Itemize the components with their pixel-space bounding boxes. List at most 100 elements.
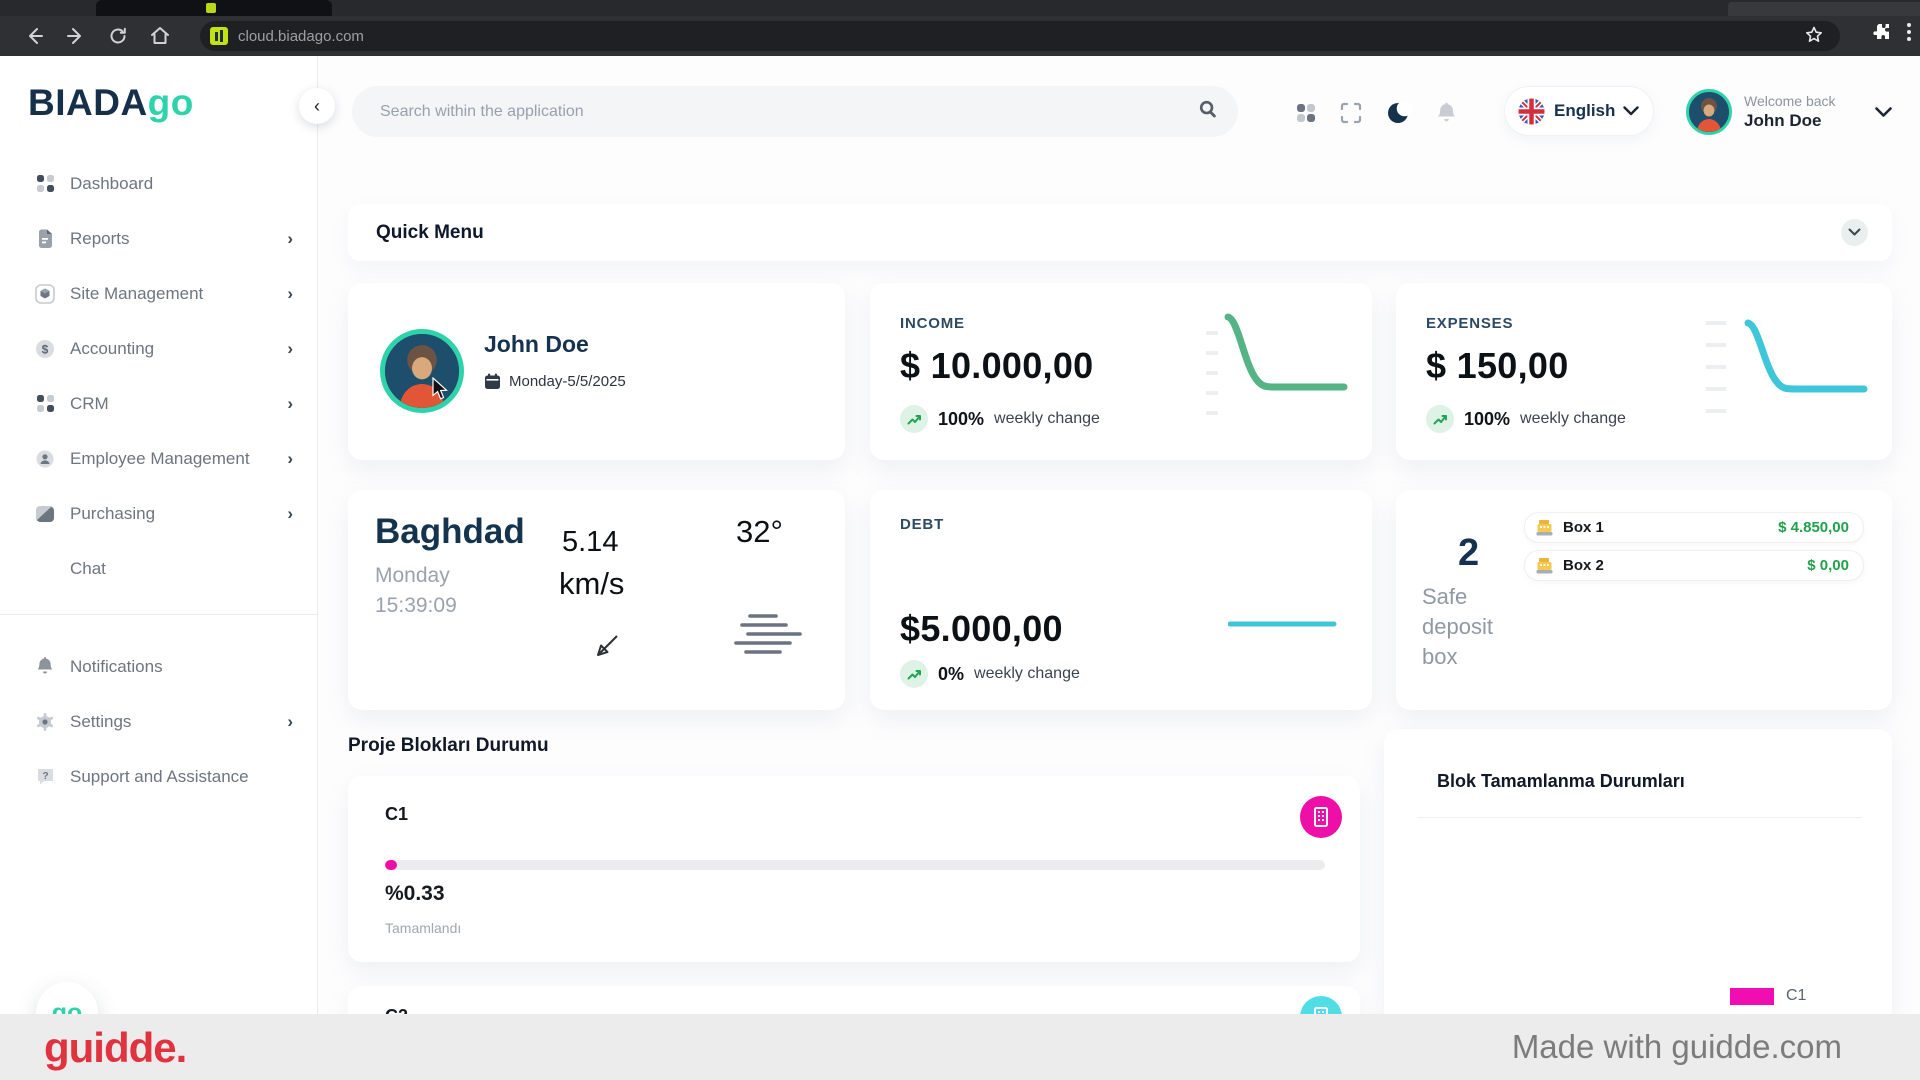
guidde-footer: guidde. Made with guidde.com: [0, 1014, 1920, 1080]
profile-date: Monday-5/5/2025: [484, 373, 626, 390]
debt-change: 0% weekly change: [900, 660, 1080, 688]
sidebar-item-label: Reports: [70, 229, 287, 249]
income-amount: $ 10.000,00: [900, 345, 1093, 387]
svg-text:?: ?: [42, 771, 48, 782]
block-status: Tamamlandı: [385, 920, 461, 936]
language-selector[interactable]: English: [1504, 86, 1654, 136]
user-menu[interactable]: Welcome back John Doe: [1686, 86, 1892, 138]
search-bar[interactable]: [352, 86, 1238, 137]
debt-change-pct: 0%: [938, 664, 964, 685]
apps-grid-icon[interactable]: [1296, 103, 1316, 123]
grid-icon: [34, 173, 56, 195]
legend-swatch: [1730, 988, 1774, 1005]
sidebar-item-label: CRM: [70, 394, 287, 414]
browser-back-button[interactable]: [14, 20, 54, 52]
browser-forward-button[interactable]: [56, 20, 96, 52]
screen: cloud.biadago.com BIADAgo D: [0, 0, 1920, 1080]
welcome-text: Welcome back: [1744, 93, 1875, 109]
weather-wind-value: 5.14: [562, 526, 618, 559]
app-logo: BIADAgo: [28, 82, 317, 124]
browser-home-button[interactable]: [140, 20, 180, 52]
completion-panel-title: Blok Tamamlanma Durumları: [1437, 771, 1685, 792]
safe-box-amount: $ 4.850,00: [1778, 519, 1849, 536]
quick-menu-bar: Quick Menu: [348, 204, 1892, 261]
profile-name: John Doe: [484, 331, 589, 358]
sidebar-item-label: Notifications: [70, 657, 293, 677]
debt-amount: $5.000,00: [900, 608, 1063, 650]
grid-icon: [34, 393, 56, 415]
sidebar-item-support[interactable]: ? Support and Assistance: [0, 749, 317, 804]
browser-menu-kebab-icon[interactable]: [1906, 21, 1912, 48]
sidebar-item-employee-management[interactable]: Employee Management ›: [0, 431, 317, 486]
gear-icon: [34, 711, 56, 733]
address-bar[interactable]: cloud.biadago.com: [200, 21, 1840, 51]
cube-icon: [34, 283, 56, 305]
sidebar-item-settings[interactable]: Settings ›: [0, 694, 317, 749]
sidebar-item-chat[interactable]: Chat: [0, 541, 317, 596]
tab-favicon: [206, 3, 216, 13]
sidebar-item-label: Chat: [70, 559, 293, 579]
sidebar-item-reports[interactable]: Reports ›: [0, 211, 317, 266]
chart-legend: C1: [1730, 987, 1806, 1005]
search-icon[interactable]: [1198, 99, 1218, 124]
income-sparkline: [1204, 305, 1354, 427]
browser-reload-button[interactable]: [98, 20, 138, 52]
search-input[interactable]: [380, 103, 1198, 121]
block-building-button[interactable]: [1300, 796, 1342, 838]
browser-tab-strip: [0, 0, 1920, 16]
weather-wind-unit: km/s: [559, 566, 624, 602]
safe-deposit-rows: Box 1 $ 4.850,00 Box 2 $ 0,00: [1524, 512, 1864, 581]
weather-city: Baghdad: [375, 512, 525, 552]
income-change-pct: 100%: [938, 409, 984, 430]
chevron-right-icon: ›: [287, 504, 293, 524]
sidebar-item-purchasing[interactable]: Purchasing ›: [0, 486, 317, 541]
expenses-change-label: weekly change: [1520, 410, 1626, 428]
language-label: English: [1554, 101, 1623, 121]
sidebar-item-label: Purchasing: [70, 504, 287, 524]
income-change-label: weekly change: [994, 410, 1100, 428]
cash-register-icon: [1535, 557, 1554, 575]
safe-box-name: Box 2: [1563, 557, 1807, 574]
sidebar-item-label: Employee Management: [70, 449, 287, 469]
sidebar-collapse-button[interactable]: ‹: [299, 88, 335, 124]
trend-up-icon: [900, 660, 928, 688]
fullscreen-icon[interactable]: [1340, 102, 1362, 124]
block-name: C1: [385, 804, 408, 825]
expenses-amount: $ 150,00: [1426, 345, 1569, 387]
bookmark-star-icon[interactable]: [1804, 25, 1824, 50]
sidebar-item-label: Settings: [70, 712, 287, 732]
legend-label: C1: [1786, 987, 1806, 1005]
project-block-card: C1 %0.33 Tamamlandı: [348, 776, 1360, 962]
cash-register-icon: [1535, 519, 1554, 537]
sidebar-item-site-management[interactable]: Site Management ›: [0, 266, 317, 321]
dark-mode-moon-icon[interactable]: [1386, 100, 1412, 126]
sidebar-item-label: Support and Assistance: [70, 767, 293, 787]
dollar-icon: $: [34, 338, 56, 360]
extensions-puzzle-icon[interactable]: [1870, 20, 1894, 49]
chevron-right-icon: ›: [287, 229, 293, 249]
logo-primary: BIADA: [28, 82, 148, 123]
sidebar-item-dashboard[interactable]: Dashboard: [0, 156, 317, 211]
quick-menu-expand-button[interactable]: [1841, 219, 1868, 246]
weather-day: Monday: [375, 564, 450, 588]
logo-accent: go: [148, 82, 194, 123]
weather-card: Baghdad Monday 15:39:09 5.14 km/s 32°: [348, 490, 845, 710]
sidebar-footer-nav: Notifications Settings › ? Support and A…: [0, 639, 317, 804]
safe-box-row[interactable]: Box 1 $ 4.850,00: [1524, 512, 1864, 543]
safe-deposit-card: 2 Safe deposit box Box 1 $ 4.850,00 Box …: [1396, 490, 1892, 710]
browser-tabstrip-right: [1728, 2, 1920, 16]
chevron-right-icon: ›: [287, 339, 293, 359]
trend-up-icon: [1426, 405, 1454, 433]
safe-box-amount: $ 0,00: [1807, 557, 1849, 574]
document-icon: [34, 228, 56, 250]
chevron-down-icon: [1623, 106, 1639, 116]
debt-card: DEBT $5.000,00 0% weekly change: [870, 490, 1372, 710]
sidebar-item-crm[interactable]: CRM ›: [0, 376, 317, 431]
avatar[interactable]: [380, 329, 464, 413]
profile-date-text: Monday-5/5/2025: [509, 373, 626, 390]
sidebar-item-notifications[interactable]: Notifications: [0, 639, 317, 694]
safe-box-name: Box 1: [1563, 519, 1778, 536]
sidebar-item-accounting[interactable]: $ Accounting ›: [0, 321, 317, 376]
safe-box-row[interactable]: Box 2 $ 0,00: [1524, 550, 1864, 581]
notifications-bell-icon[interactable]: [1436, 102, 1457, 125]
